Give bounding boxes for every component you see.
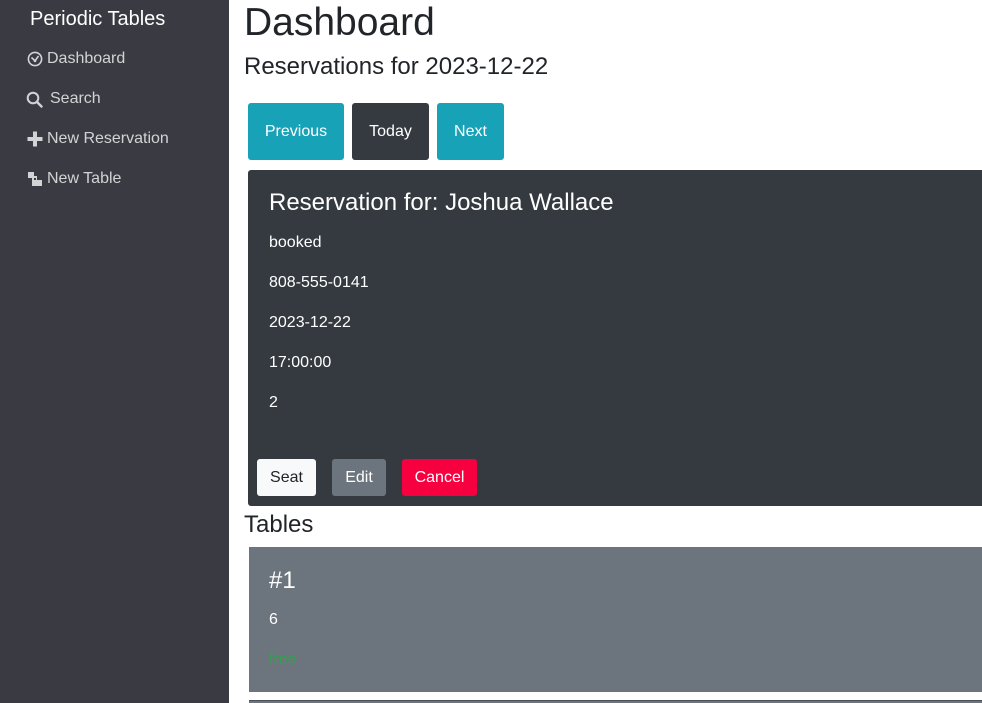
sidebar-item-new-table[interactable]: New Table xyxy=(26,168,121,190)
previous-button[interactable]: Previous xyxy=(248,103,344,160)
reservation-title: Reservation for: Joshua Wallace xyxy=(269,189,614,216)
table-card: #1 6 free xyxy=(249,547,982,692)
table-capacity: 6 xyxy=(269,611,278,628)
reservation-time: 17:00:00 xyxy=(269,354,332,371)
sidebar-item-label: Search xyxy=(50,90,101,107)
reservation-status: booked xyxy=(269,234,322,251)
reservations-date-heading: Reservations for 2023-12-22 xyxy=(244,53,549,80)
sidebar-item-search[interactable]: Search xyxy=(26,88,101,110)
main-content: Dashboard Reservations for 2023-12-22 Pr… xyxy=(244,0,982,703)
table-status: free xyxy=(269,651,297,668)
reservation-people: 2 xyxy=(269,394,278,411)
today-button[interactable]: Today xyxy=(352,103,429,160)
tables-heading: Tables xyxy=(244,511,314,538)
sidebar: Periodic Tables Dashboard Search New Res… xyxy=(0,0,229,703)
search-icon xyxy=(26,91,43,108)
sidebar-item-dashboard[interactable]: Dashboard xyxy=(26,48,125,70)
table-name: #1 xyxy=(269,567,296,594)
sidebar-item-new-reservation[interactable]: New Reservation xyxy=(26,128,169,150)
reservation-date: 2023-12-22 xyxy=(269,314,351,331)
plus-icon xyxy=(26,131,43,148)
reservation-card: Reservation for: Joshua Wallace booked 8… xyxy=(248,170,982,506)
brand-title: Periodic Tables xyxy=(30,8,166,30)
sidebar-item-label: Dashboard xyxy=(47,50,126,67)
sidebar-item-label: New Reservation xyxy=(47,130,169,147)
sidebar-item-label: New Table xyxy=(47,170,122,187)
page-title: Dashboard xyxy=(244,1,435,44)
dashboard-icon xyxy=(26,51,43,68)
seat-button[interactable]: Seat xyxy=(257,459,316,496)
edit-button[interactable]: Edit xyxy=(332,459,386,496)
cancel-button[interactable]: Cancel xyxy=(402,459,477,496)
reservation-phone: 808-555-0141 xyxy=(269,274,369,291)
app-layout: Periodic Tables Dashboard Search New Res… xyxy=(0,0,982,703)
new-table-icon xyxy=(26,171,43,188)
next-button[interactable]: Next xyxy=(437,103,504,160)
